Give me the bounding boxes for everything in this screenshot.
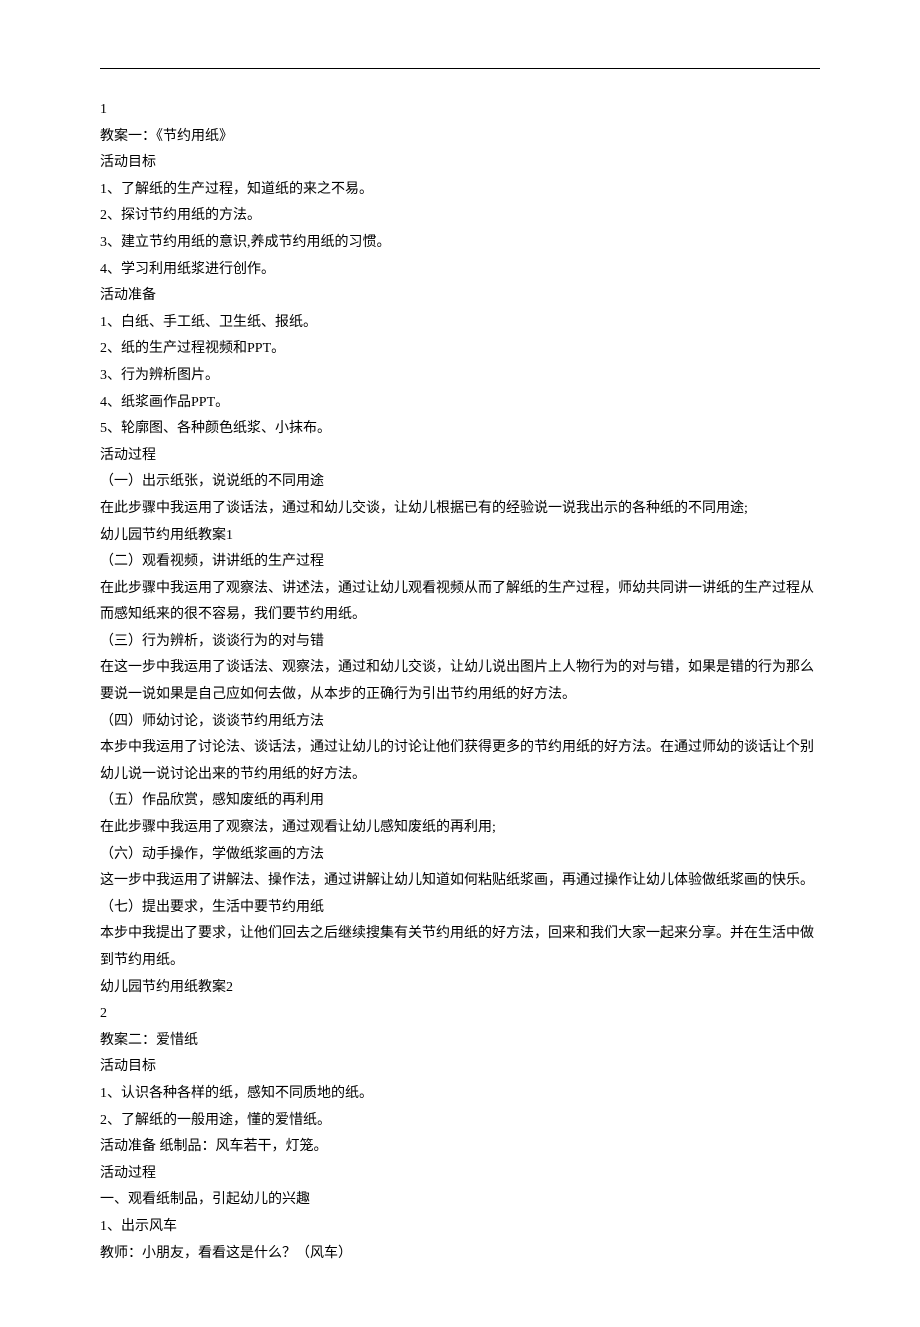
text-line: 在这一步中我运用了谈话法、观察法，通过和幼儿交谈，让幼儿说出图片上人物行为的对与… <box>100 655 820 708</box>
text-line: 幼儿园节约用纸教案2 <box>100 975 820 1002</box>
text-line: 1、出示风车 <box>100 1214 820 1241</box>
text-line: （四）师幼讨论，谈谈节约用纸方法 <box>100 709 820 736</box>
text-line: 这一步中我运用了讲解法、操作法，通过讲解让幼儿知道如何粘贴纸浆画，再通过操作让幼… <box>100 868 820 895</box>
text-line: 1、认识各种各样的纸，感知不同质地的纸。 <box>100 1081 820 1108</box>
text-line: （一）出示纸张，说说纸的不同用途 <box>100 469 820 496</box>
text-line: 5、轮廓图、各种颜色纸浆、小抹布。 <box>100 416 820 443</box>
text-line: 教师：小朋友，看看这是什么？（风车） <box>100 1241 820 1268</box>
text-line: 1、了解纸的生产过程，知道纸的来之不易。 <box>100 177 820 204</box>
text-line: 在此步骤中我运用了观察法，通过观看让幼儿感知废纸的再利用; <box>100 815 820 842</box>
top-rule <box>100 68 820 69</box>
text-line: 幼儿园节约用纸教案1 <box>100 523 820 550</box>
text-line: 活动过程 <box>100 443 820 470</box>
text-line: （五）作品欣赏，感知废纸的再利用 <box>100 788 820 815</box>
text-line: 教案一：《节约用纸》 <box>100 124 820 151</box>
text-line: （三）行为辨析，谈谈行为的对与错 <box>100 629 820 656</box>
text-line: （六）动手操作，学做纸浆画的方法 <box>100 842 820 869</box>
text-line: 1 <box>100 97 820 124</box>
text-line: 4、学习利用纸浆进行创作。 <box>100 257 820 284</box>
text-line: 在此步骤中我运用了谈话法，通过和幼儿交谈，让幼儿根据已有的经验说一说我出示的各种… <box>100 496 820 523</box>
text-line: 1、白纸、手工纸、卫生纸、报纸。 <box>100 310 820 337</box>
text-line: 活动准备 <box>100 283 820 310</box>
text-line: 2 <box>100 1001 820 1028</box>
text-line: 2、了解纸的一般用途，懂的爱惜纸。 <box>100 1108 820 1135</box>
text-line: 2、探讨节约用纸的方法。 <box>100 203 820 230</box>
document-page: 1 教案一：《节约用纸》 活动目标 1、了解纸的生产过程，知道纸的来之不易。 2… <box>0 0 920 1327</box>
text-line: （七）提出要求，生活中要节约用纸 <box>100 895 820 922</box>
text-line: 一、观看纸制品，引起幼儿的兴趣 <box>100 1187 820 1214</box>
text-line: 2、纸的生产过程视频和PPT。 <box>100 336 820 363</box>
text-line: （二）观看视频，讲讲纸的生产过程 <box>100 549 820 576</box>
document-body: 1 教案一：《节约用纸》 活动目标 1、了解纸的生产过程，知道纸的来之不易。 2… <box>100 97 820 1267</box>
text-line: 本步中我提出了要求，让他们回去之后继续搜集有关节约用纸的好方法，回来和我们大家一… <box>100 921 820 974</box>
text-line: 本步中我运用了讨论法、谈话法，通过让幼儿的讨论让他们获得更多的节约用纸的好方法。… <box>100 735 820 788</box>
text-line: 教案二：爱惜纸 <box>100 1028 820 1055</box>
text-line: 在此步骤中我运用了观察法、讲述法，通过让幼儿观看视频从而了解纸的生产过程，师幼共… <box>100 576 820 629</box>
text-line: 活动目标 <box>100 1054 820 1081</box>
text-line: 活动目标 <box>100 150 820 177</box>
text-line: 4、纸浆画作品PPT。 <box>100 390 820 417</box>
text-line: 活动准备 纸制品：风车若干，灯笼。 <box>100 1134 820 1161</box>
text-line: 3、行为辨析图片。 <box>100 363 820 390</box>
text-line: 3、建立节约用纸的意识,养成节约用纸的习惯。 <box>100 230 820 257</box>
text-line: 活动过程 <box>100 1161 820 1188</box>
